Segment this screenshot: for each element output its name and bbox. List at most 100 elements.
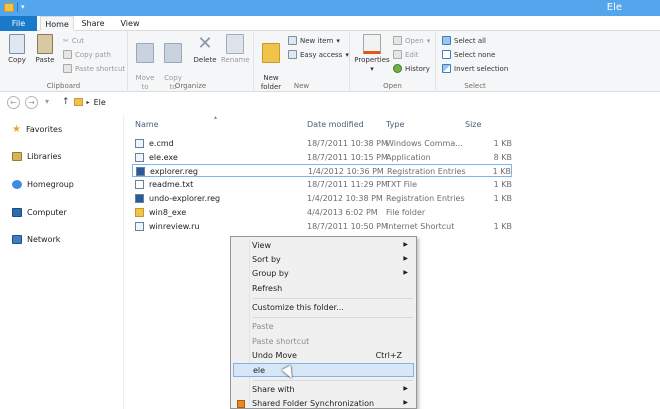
file-row[interactable]: win8_exe 4/4/2013 6:02 PM File folder (132, 206, 512, 219)
folder-icon (73, 98, 83, 106)
tab-share[interactable]: Share (78, 16, 108, 31)
paste-button[interactable]: Paste (34, 34, 56, 65)
up-arrow-icon[interactable]: ↑ (62, 97, 70, 107)
tab-view[interactable]: View (114, 16, 146, 31)
open-icon (393, 36, 402, 45)
back-arrow-icon[interactable]: ← (7, 96, 20, 109)
menu-shortcut: Ctrl+Z (375, 351, 402, 360)
file-row[interactable]: ele.exe 18/7/2011 10:15 PM Application 8… (132, 151, 512, 164)
file-row[interactable]: winreview.ru 18/7/2011 10:50 PM Internet… (132, 220, 512, 233)
easy-access-button[interactable]: Easy access ▾ (288, 49, 349, 60)
properties-button[interactable]: Properties ▾ (354, 34, 390, 74)
delete-x-icon: ✕ (197, 33, 213, 54)
file-row[interactable]: undo-explorer.reg 1/4/2012 10:38 PM Regi… (132, 192, 512, 205)
nav-item-computer[interactable]: Computer (12, 208, 67, 217)
menu-item-refresh[interactable]: Refresh (233, 282, 414, 296)
open-group: Properties ▾ Open ▾ Edit History Open (350, 31, 436, 92)
file-type: Internet Shortcut (386, 222, 455, 231)
column-header-size[interactable]: Size (465, 120, 481, 129)
recent-locations-chevron-icon[interactable]: ▾ (42, 96, 52, 109)
file-date: 1/4/2012 10:38 PM (307, 194, 383, 203)
select-all-button[interactable]: Select all (442, 35, 486, 46)
new-item-icon (288, 36, 297, 45)
paste-icon (37, 34, 53, 54)
forward-arrow-icon[interactable]: → (25, 96, 38, 109)
menu-label: Paste shortcut (252, 337, 310, 346)
dropdown-arrow-icon: ▾ (345, 50, 349, 59)
folder-icon (4, 2, 14, 12)
menu-item-share-with[interactable]: Share with ▶ (233, 383, 414, 397)
reg-file-icon (135, 194, 144, 203)
cut-button[interactable]: ✂ Cut (63, 35, 84, 46)
file-type: Application (386, 153, 431, 162)
edit-button[interactable]: Edit (393, 49, 419, 60)
menu-item-view[interactable]: View ▶ (233, 239, 414, 253)
file-date: 18/7/2011 10:50 PM (307, 222, 388, 231)
history-button[interactable]: History (393, 63, 430, 74)
file-size: 1 KB (493, 222, 512, 231)
clipboard-group-label: Clipboard (46, 82, 81, 90)
file-row-selected[interactable]: explorer.reg 1/4/2012 10:36 PM Registrat… (132, 164, 512, 177)
url-file-icon (135, 222, 144, 231)
copy-path-button[interactable]: Copy path (63, 49, 111, 60)
paste-shortcut-button[interactable]: Paste shortcut (63, 63, 125, 74)
paste-shortcut-label: Paste shortcut (75, 64, 126, 73)
menu-separator (253, 380, 413, 381)
menu-item-shared-folder-sync[interactable]: Shared Folder Synchronization ▶ (233, 397, 414, 409)
select-none-button[interactable]: Select none (442, 49, 495, 60)
file-name: winreview.ru (149, 222, 200, 231)
invert-selection-icon (442, 64, 451, 73)
open-group-label: Open (383, 82, 402, 90)
new-item-button[interactable]: New item ▾ (288, 35, 340, 46)
menu-label: Undo Move (252, 351, 297, 360)
menu-item-undo-move[interactable]: Undo Move Ctrl+Z (233, 349, 414, 363)
ribbon-tabs: File Home Share View (0, 16, 660, 31)
column-header-name[interactable]: Name (135, 120, 159, 129)
column-header-date[interactable]: Date modified (307, 120, 364, 129)
tab-home[interactable]: Home (40, 16, 74, 31)
nav-item-homegroup[interactable]: Homegroup (12, 180, 74, 189)
open-label: Open (405, 36, 424, 45)
breadcrumb[interactable]: ↑ ▸ Ele (62, 97, 106, 107)
file-date: 18/7/2011 10:38 PM (307, 139, 388, 148)
file-size: 1 KB (493, 194, 512, 203)
delete-button[interactable]: ✕ Delete (192, 34, 218, 65)
copy-button[interactable]: Copy (6, 34, 28, 65)
title-bar: ▾ Ele (0, 0, 660, 16)
nav-item-libraries[interactable]: Libraries (12, 152, 62, 161)
rename-button[interactable]: Rename (221, 34, 250, 65)
edit-icon (393, 50, 402, 59)
quick-access-dropdown-icon[interactable]: ▾ (21, 3, 25, 11)
file-date: 18/7/2011 10:15 PM (307, 153, 388, 162)
submenu-arrow-icon: ▶ (403, 241, 408, 248)
copy-to-button[interactable]: Copy to (162, 34, 184, 101)
file-name: undo-explorer.reg (149, 194, 221, 203)
menu-item-ele[interactable]: ele (233, 363, 414, 377)
column-header-type[interactable]: Type (386, 120, 404, 129)
menu-label: ele (253, 366, 266, 375)
copy-path-label: Copy path (75, 50, 111, 59)
breadcrumb-current-folder[interactable]: Ele (94, 98, 106, 107)
new-folder-button[interactable]: New folder (260, 34, 282, 101)
menu-item-group-by[interactable]: Group by ▶ (233, 267, 414, 281)
invert-selection-button[interactable]: Invert selection (442, 63, 508, 74)
tab-file[interactable]: File (0, 16, 37, 31)
open-button[interactable]: Open ▾ (393, 35, 430, 46)
select-group: Select all Select none Invert selection … (436, 31, 514, 92)
menu-item-sort-by[interactable]: Sort by ▶ (233, 253, 414, 267)
menu-label: Refresh (252, 284, 283, 293)
file-size: 1 KB (493, 139, 512, 148)
menu-label: Shared Folder Synchronization (252, 399, 375, 408)
rename-label: Rename (221, 56, 250, 64)
paste-shortcut-icon (63, 64, 72, 73)
file-row[interactable]: e.cmd 18/7/2011 10:38 PM Windows Comma..… (132, 137, 512, 150)
move-to-button[interactable]: Move to (134, 34, 156, 101)
menu-item-customize-folder[interactable]: Customize this folder... (233, 301, 414, 315)
dropdown-arrow-icon: ▾ (336, 36, 340, 45)
file-size: 8 KB (493, 153, 512, 162)
properties-label: Properties (354, 56, 390, 64)
file-row[interactable]: readme.txt 18/7/2011 11:29 PM TXT File 1… (132, 178, 512, 191)
nav-item-network[interactable]: Network (12, 235, 60, 244)
nav-item-favorites[interactable]: ★ Favorites (12, 124, 62, 135)
menu-label: Paste (252, 322, 274, 331)
